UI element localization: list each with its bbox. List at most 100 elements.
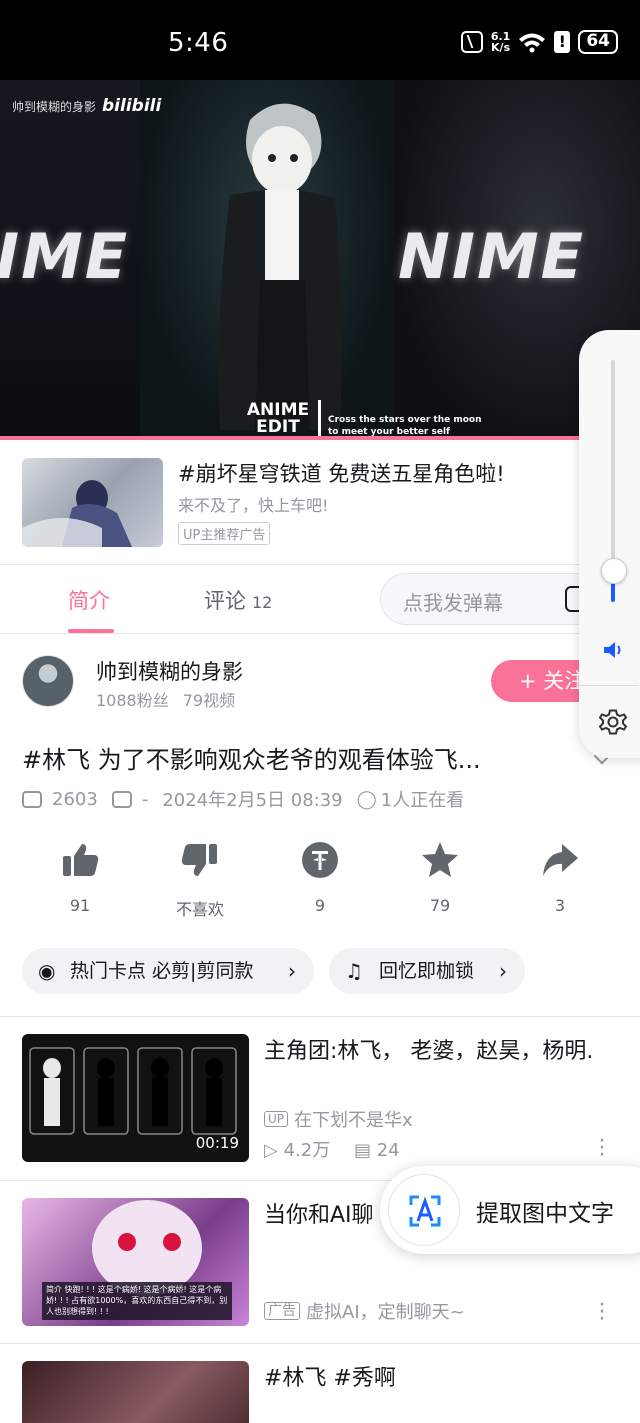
- status-icons: 6.1 K/s ! 64: [460, 30, 618, 54]
- nfc-icon: [460, 31, 483, 53]
- share-icon: [543, 844, 578, 876]
- status-time: 5:46: [168, 28, 229, 58]
- chevron-right-icon: ›: [499, 959, 507, 983]
- watching-icon: ◯: [356, 788, 377, 810]
- video-title[interactable]: #林飞 #秀啊: [264, 1363, 614, 1395]
- more-options-icon[interactable]: · · ·: [598, 1295, 606, 1331]
- network-speed: 6.1 K/s: [491, 31, 511, 53]
- action-bar: 91 不喜欢 9 79 3: [0, 840, 640, 930]
- hot-topic-label: 热门卡点 必剪|剪同款: [70, 960, 254, 982]
- video-caption-divider: [318, 400, 321, 438]
- play-count: 4.2万: [283, 1140, 331, 1161]
- like-count: 91: [69, 896, 91, 915]
- music-note-icon: ♫: [345, 959, 363, 983]
- ad-subtitle: 来不及了，快上车吧!: [178, 496, 329, 515]
- video-duration: 00:19: [195, 1134, 239, 1152]
- extract-text-label: 提取图中文字: [476, 1201, 614, 1227]
- chevron-right-icon: ›: [288, 959, 296, 983]
- volume-slider-handle[interactable]: [601, 558, 627, 584]
- thumbs-up-icon: [63, 844, 99, 876]
- video-stats: ▷ 4.2万 ▤ 24: [264, 1136, 400, 1162]
- video-thumbnail[interactable]: 00:19: [22, 1034, 249, 1162]
- like-button[interactable]: 91: [40, 840, 120, 915]
- tab-intro[interactable]: 简介: [68, 585, 110, 615]
- video-caption-subtitle: Cross the stars over the moon to meet yo…: [328, 415, 482, 437]
- video-caption-title: ANIME EDIT: [246, 400, 310, 437]
- play-count-icon: [22, 790, 42, 808]
- danmaku-count-icon: ▤: [353, 1140, 371, 1161]
- video-stats: 2603 - 2024年2月5日 08:39 ◯ 1人正在看: [22, 786, 464, 812]
- video-uploader[interactable]: UP 在下划不是华x: [264, 1106, 413, 1132]
- coin-icon: [302, 842, 338, 878]
- video-title[interactable]: #林飞 为了不影响观众老爷的观看体验飞...: [22, 740, 481, 775]
- dislike-button[interactable]: 不喜欢: [160, 840, 240, 920]
- anime-character-figure: [218, 103, 342, 430]
- video-overlay-text-right: NIME: [398, 220, 586, 293]
- speaker-icon[interactable]: [601, 638, 625, 662]
- tab-comments[interactable]: 评论 12: [204, 585, 272, 615]
- star-icon: [422, 842, 458, 877]
- ad-thumbnail-art: [22, 480, 132, 547]
- uploader-fans: 1088粉丝: [96, 691, 169, 710]
- dislike-label: 不喜欢: [175, 900, 224, 919]
- publish-date: 2024年2月5日 08:39: [162, 790, 343, 811]
- tab-intro-label: 简介: [68, 589, 110, 613]
- thumbs-down-icon: [181, 844, 217, 876]
- tab-comments-label: 评论: [204, 589, 246, 613]
- ad-tag: UP主推荐广告: [178, 522, 271, 545]
- uploader-avatar[interactable]: [22, 655, 74, 707]
- more-options-icon[interactable]: · · ·: [598, 1131, 606, 1167]
- wifi-icon: [519, 33, 546, 53]
- divider: [0, 633, 640, 634]
- extract-text-popup[interactable]: 提取图中文字: [380, 1166, 640, 1254]
- video-title[interactable]: 主角团:林飞， 老婆，赵昊，杨明.: [264, 1036, 614, 1068]
- advertiser-name: 虚拟AI，定制聊天~: [306, 1302, 465, 1323]
- coin-count: 9: [314, 896, 326, 915]
- video-thumbnail[interactable]: 简介 快跑! ! ! 这是个病娇! 这是个病娇! 这是个病娇! ! ! 占有欲1…: [22, 1198, 249, 1326]
- volume-panel-divider: [579, 685, 639, 686]
- play-count: 2603: [52, 788, 98, 810]
- music-label: 回忆即枷锁: [379, 960, 475, 982]
- play-count-icon: ▷: [264, 1140, 278, 1161]
- share-button[interactable]: 3: [520, 840, 600, 915]
- watching-count: 1人正在看: [380, 790, 465, 811]
- text-recognition-glyph: [409, 1195, 441, 1227]
- sponsored-ad[interactable]: #崩坏星穹铁道 免费送五星角色啦! 来不及了，快上车吧! UP主推荐广告: [0, 440, 640, 564]
- video-uploader[interactable]: 广告 虚拟AI，定制聊天~: [264, 1298, 465, 1324]
- watermark-brand: bilibili: [102, 96, 162, 116]
- comments-count: 12: [252, 593, 273, 612]
- uploader-meta: 1088粉丝 79视频: [96, 687, 235, 711]
- danmaku-count: 24: [376, 1140, 400, 1161]
- danmaku-input[interactable]: 点我发弹幕: [380, 573, 600, 625]
- ad-thumbnail[interactable]: [22, 458, 163, 547]
- alert-icon: !: [554, 31, 571, 53]
- uploader-name: 在下划不是华x: [294, 1110, 413, 1131]
- video-overlay-text-left: IME: [0, 220, 130, 293]
- uploader-videos: 79视频: [182, 691, 236, 710]
- music-chip[interactable]: ♫ 回忆即枷锁 ›: [329, 948, 525, 994]
- recommended-video[interactable]: 00:19 主角团:林飞， 老婆，赵昊，杨明. UP 在下划不是华x ▷ 4.2万…: [0, 1016, 640, 1176]
- gear-icon[interactable]: [597, 706, 629, 738]
- battery-indicator: 64: [578, 30, 618, 54]
- volume-panel[interactable]: [579, 330, 640, 758]
- net-speed-unit: K/s: [491, 41, 511, 54]
- coin-button[interactable]: 9: [280, 840, 360, 915]
- video-watermark: 帅到模糊的身影 bilibili: [12, 96, 161, 116]
- recommended-video[interactable]: #林飞 #秀啊: [0, 1343, 640, 1423]
- ad-badge: 广告: [264, 1302, 300, 1320]
- status-bar: 5:46 6.1 K/s ! 64: [0, 0, 640, 80]
- ad-title[interactable]: #崩坏星穹铁道 免费送五星角色啦!: [178, 458, 505, 488]
- text-recognition-icon[interactable]: [388, 1174, 460, 1246]
- thumbnail-caption: 简介 快跑! ! ! 这是个病娇! 这是个病娇! 这是个病娇! ! ! 占有欲1…: [46, 1285, 228, 1316]
- watermark-user: 帅到模糊的身影: [12, 99, 97, 114]
- hot-topic-chip[interactable]: ◉ 热门卡点 必剪|剪同款 ›: [22, 948, 314, 994]
- favorite-count: 79: [429, 896, 451, 915]
- uploader-name[interactable]: 帅到模糊的身影: [96, 656, 243, 686]
- danmaku-placeholder: 点我发弹幕: [403, 591, 503, 615]
- danmaku-count: -: [141, 788, 149, 810]
- video-thumbnail[interactable]: [22, 1361, 249, 1423]
- game-controller-icon: ◉: [38, 959, 56, 983]
- favorite-button[interactable]: 79: [400, 840, 480, 915]
- video-player[interactable]: IME NIME 帅到模糊的身影 bilibili ANIME EDIT Cro…: [0, 80, 640, 438]
- danmaku-count-icon: [111, 790, 132, 808]
